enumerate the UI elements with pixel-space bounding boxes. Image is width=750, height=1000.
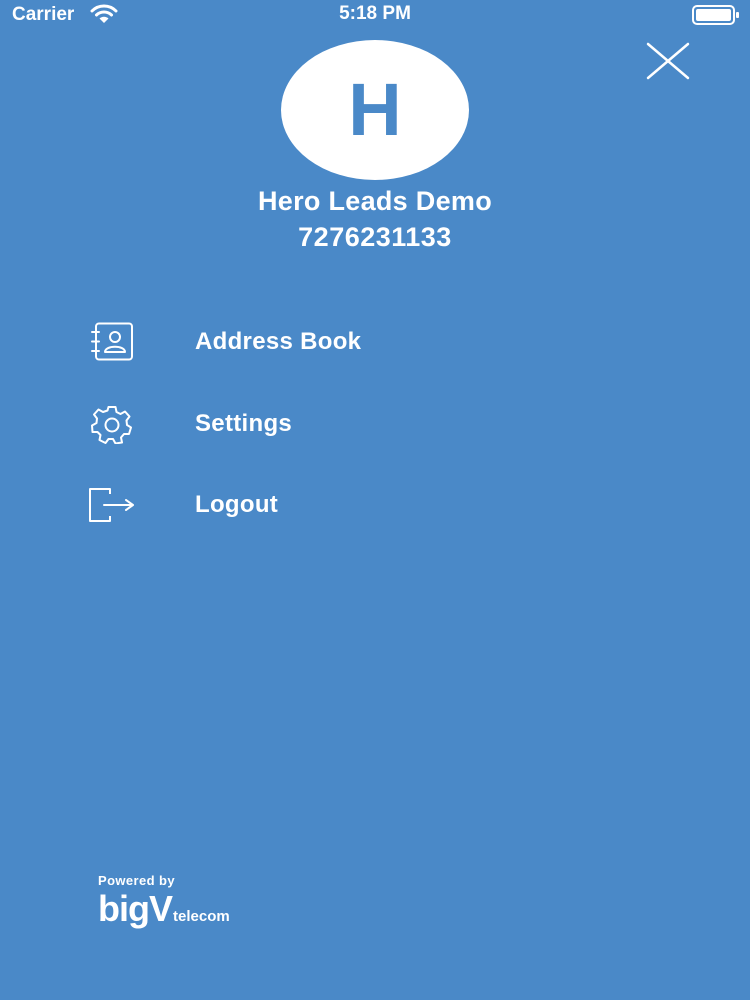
status-bar: Carrier 5:18 PM bbox=[0, 0, 750, 30]
bigv-telecom-logo: bigVtelecom bbox=[98, 888, 230, 932]
menu-item-label: Address Book bbox=[195, 328, 362, 355]
powered-by-label: Powered by bbox=[98, 873, 175, 888]
side-drawer: Carrier 5:18 PM H Hero Leads Demo 727623… bbox=[0, 0, 750, 1000]
logout-icon bbox=[84, 485, 140, 525]
menu-item-label: Logout bbox=[195, 491, 279, 518]
brand-name: bigV bbox=[98, 888, 173, 929]
avatar: H bbox=[281, 40, 469, 180]
menu-item-settings[interactable]: Settings bbox=[84, 396, 644, 452]
brand-suffix: telecom bbox=[173, 908, 230, 925]
close-icon bbox=[646, 42, 690, 80]
avatar-initial: H bbox=[348, 68, 402, 151]
gear-icon bbox=[84, 404, 140, 445]
clock: 5:18 PM bbox=[339, 3, 411, 24]
menu-item-address-book[interactable]: Address Book bbox=[84, 314, 644, 370]
profile-phone: 7276231133 bbox=[298, 222, 452, 252]
menu-item-logout[interactable]: Logout bbox=[84, 477, 644, 533]
menu-item-label: Settings bbox=[195, 410, 293, 437]
profile-name: Hero Leads Demo bbox=[257, 186, 493, 216]
address-book-icon bbox=[84, 322, 140, 362]
battery-icon bbox=[692, 5, 740, 25]
close-button[interactable] bbox=[640, 38, 696, 84]
